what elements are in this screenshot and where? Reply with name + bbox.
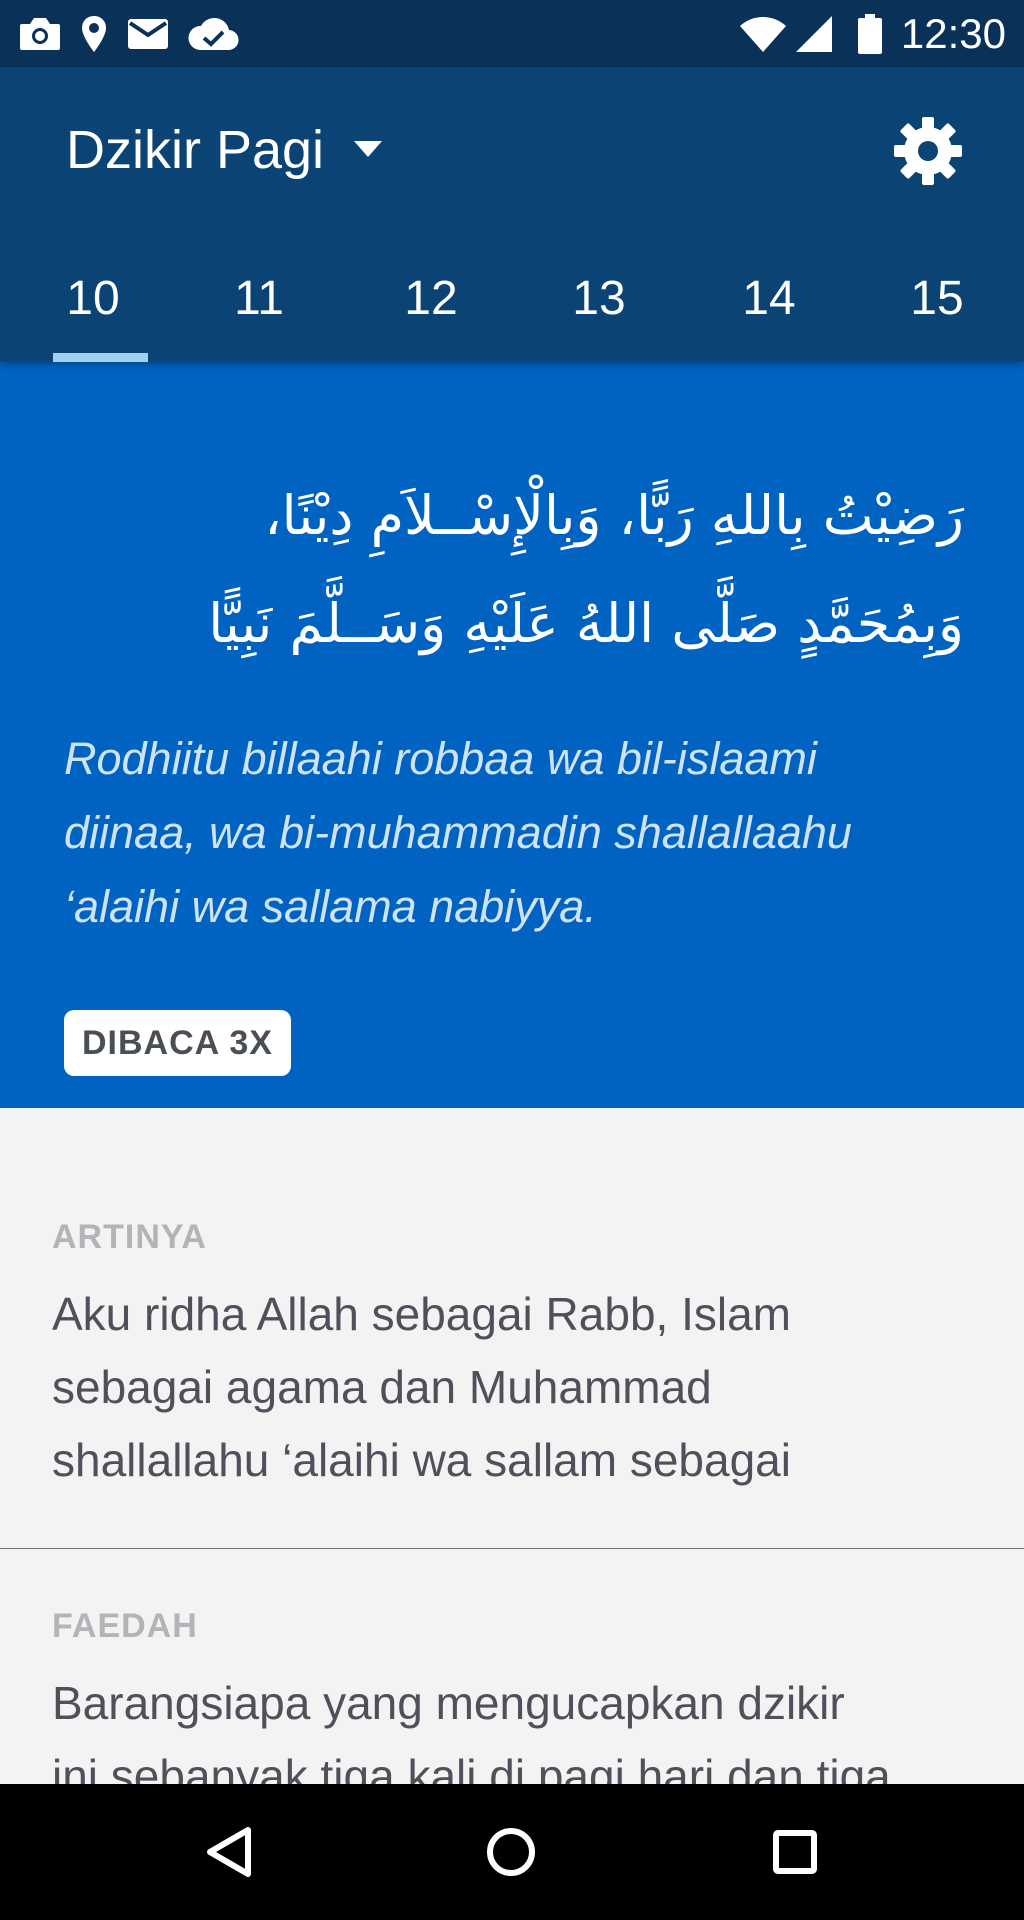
tab-15[interactable]: 15	[882, 257, 992, 362]
status-bar: 12:30	[0, 0, 1024, 67]
gear-icon	[894, 117, 962, 185]
tab-label: 12	[404, 272, 458, 325]
meaning-line: Aku ridha Allah sebagai Rabb, Islam	[52, 1288, 791, 1340]
screen: 12:30 Dzikir Pagi 10 11 12 13 14 15 رَضِ…	[0, 0, 1024, 1920]
back-button[interactable]	[182, 1812, 272, 1892]
tab-bar: 10 11 12 13 14 15	[0, 257, 1024, 362]
system-nav-bar	[0, 1784, 1024, 1920]
back-icon	[207, 1827, 251, 1877]
arabic-line: وَبِمُحَمَّدٍ صَلَّى اللهُ عَلَيْهِ وَسَ…	[208, 592, 964, 655]
repeat-count-badge: DIBACA 3X	[64, 1010, 291, 1076]
app-bar: Dzikir Pagi 10 11 12 13 14 15	[0, 67, 1024, 362]
virtue-line: Barangsiapa yang mengucapkan dzikir	[52, 1677, 845, 1729]
latin-transliteration: Rodhiitu billaahi robbaa wa bil-islaami …	[64, 722, 964, 944]
arabic-line: رَضِيْتُ بِاللهِ رَبًّا، وَبِالْإِسْــلا…	[264, 484, 964, 547]
status-time: 12:30	[900, 10, 1006, 57]
tab-label: 13	[572, 272, 626, 325]
tab-12[interactable]: 12	[376, 257, 486, 362]
camera-icon	[20, 18, 60, 50]
recents-icon	[773, 1830, 817, 1874]
signal-icon	[796, 16, 832, 52]
tab-13[interactable]: 13	[544, 257, 654, 362]
settings-button[interactable]	[892, 115, 964, 187]
mail-icon	[128, 19, 168, 49]
tab-label: 11	[234, 272, 284, 325]
latin-line: ‘alaihi wa sallama nabiyya.	[64, 881, 597, 932]
location-icon	[82, 16, 106, 52]
latin-line: diinaa, wa bi-muhammadin shallallaahu	[64, 807, 852, 858]
latin-line: Rodhiitu billaahi robbaa wa bil-islaami	[64, 733, 817, 784]
meaning-section: ARTINYA Aku ridha Allah sebagai Rabb, Is…	[0, 1108, 1024, 1548]
arabic-text: رَضِيْتُ بِاللهِ رَبًّا، وَبِالْإِسْــلا…	[44, 462, 964, 678]
meaning-line: sebagai agama dan Muhammad	[52, 1361, 712, 1413]
home-button[interactable]	[466, 1812, 556, 1892]
tab-indicator	[53, 353, 148, 362]
meaning-line: shallallahu ‘alaihi wa sallam sebagai	[52, 1434, 791, 1486]
tab-11[interactable]: 11	[204, 257, 314, 362]
tab-label: 10	[66, 272, 120, 325]
page-title: Dzikir Pagi	[66, 120, 325, 180]
tab-14[interactable]: 14	[714, 257, 824, 362]
caret-down-icon	[354, 141, 383, 157]
home-icon	[487, 1828, 535, 1876]
wifi-icon	[740, 17, 786, 52]
virtue-label: FAEDAH	[52, 1607, 198, 1645]
recents-button[interactable]	[750, 1812, 840, 1892]
title-dropdown[interactable]: Dzikir Pagi	[66, 115, 383, 185]
dzikir-card: رَضِيْتُ بِاللهِ رَبًّا، وَبِالْإِسْــلا…	[0, 362, 1024, 1108]
cloud-done-icon	[188, 17, 239, 51]
battery-icon	[858, 14, 882, 54]
meaning-label: ARTINYA	[52, 1218, 207, 1256]
tab-label: 15	[910, 272, 964, 325]
meaning-text: Aku ridha Allah sebagai Rabb, Islam seba…	[52, 1278, 972, 1497]
tab-10[interactable]: 10	[38, 257, 148, 362]
tab-label: 14	[742, 272, 796, 325]
